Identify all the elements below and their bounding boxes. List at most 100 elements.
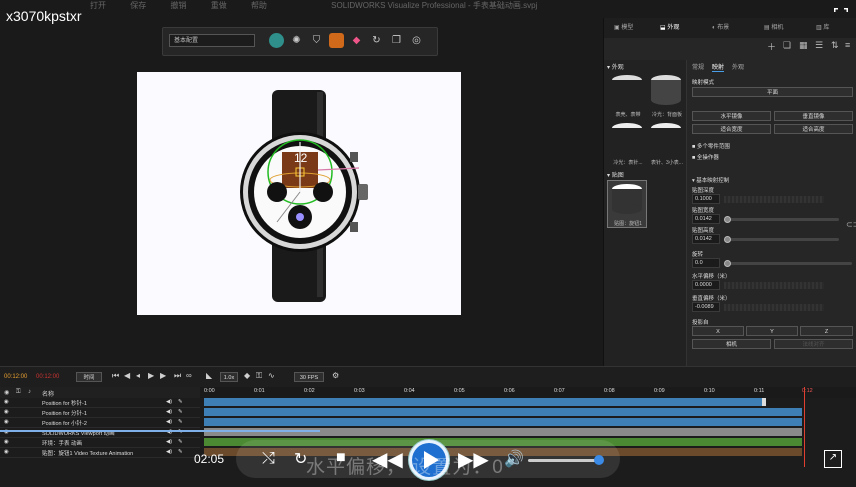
refresh-icon[interactable]: ↻ <box>369 33 384 48</box>
height-slider[interactable] <box>724 238 839 241</box>
keyframe-icon[interactable]: ◆ <box>244 371 250 380</box>
volume-slider-thumb[interactable] <box>594 455 604 465</box>
tab-models[interactable]: ▣ 模型 <box>614 22 633 34</box>
fps-select[interactable]: 30 FPS <box>294 372 324 382</box>
eye-icon[interactable]: ◉ <box>4 419 9 425</box>
camera-align-button[interactable]: 相机 <box>692 339 771 349</box>
width-input[interactable]: 0.0142 <box>692 214 720 224</box>
width-slider[interactable] <box>724 218 839 221</box>
menu-item-redo[interactable]: 重做 <box>211 1 227 10</box>
material-tile[interactable]: 贴图：旋钮1 <box>607 180 647 228</box>
edit-icon[interactable]: ✎ <box>178 449 183 455</box>
material-tile[interactable]: 冷光：表针... <box>608 120 648 166</box>
render-viewport[interactable]: 12 <box>137 72 461 315</box>
link-aspect-icon[interactable]: ⊂⊃ <box>846 220 856 229</box>
time-mode-select[interactable]: 时间 <box>76 372 102 382</box>
tab-mapping[interactable]: 映射 <box>712 62 725 72</box>
video-progress-bar[interactable] <box>0 430 320 432</box>
tab-cameras[interactable]: ▤ 相机 <box>764 22 783 34</box>
tab-general[interactable]: 常规 <box>692 62 704 71</box>
rotation-slider-thumb[interactable] <box>724 260 731 267</box>
audio-icon[interactable]: ◀) <box>166 419 172 425</box>
sort-icon[interactable]: ⇅ <box>831 40 839 51</box>
rotation-slider[interactable] <box>724 262 852 265</box>
material-tile[interactable]: 冷光：背面板 <box>647 72 687 118</box>
height-input[interactable]: 0.0142 <box>692 234 720 244</box>
h-offset-slider[interactable] <box>724 282 824 289</box>
menu-item-save[interactable]: 保存 <box>130 1 146 10</box>
fit-height-button[interactable]: 适合高度 <box>774 124 853 134</box>
rotation-input[interactable]: 0.0 <box>692 258 720 268</box>
appearance-ball-icon[interactable] <box>269 33 284 48</box>
audio-icon[interactable]: ◀) <box>166 399 172 405</box>
edit-icon[interactable]: ✎ <box>178 419 183 425</box>
audio-icon[interactable]: ◀) <box>166 409 172 415</box>
lock-icon[interactable]: ⚿ <box>256 371 262 381</box>
timeline-ruler[interactable]: 0:00 0:01 0:02 0:03 0:04 0:05 0:06 0:07 … <box>200 387 856 467</box>
align-y-button[interactable]: Y <box>746 326 798 336</box>
tone-icon[interactable]: ◆ <box>349 33 364 48</box>
material-tile[interactable]: 表壳、表带 <box>608 72 648 118</box>
section-appearances-title[interactable]: ▾ 外观 <box>607 62 624 71</box>
play-icon[interactable]: ▶ <box>148 371 154 380</box>
section-decals-title[interactable]: ▾ 贴图 <box>607 170 624 179</box>
settings-icon[interactable]: ⚙ <box>332 371 339 380</box>
mirror-horizontal-button[interactable]: 水平镜像 <box>692 111 771 121</box>
popout-icon[interactable]: ↗ <box>824 450 842 468</box>
list-icon[interactable]: ☰ <box>815 40 823 51</box>
depth-input[interactable]: 0.1000 <box>692 194 720 204</box>
v-offset-slider[interactable] <box>724 304 824 311</box>
camera-icon[interactable]: ◎ <box>409 33 424 48</box>
audio-icon[interactable]: ◀) <box>166 449 172 455</box>
track-row[interactable]: ◉ Position for 分针-1 ◀) ✎ <box>0 408 200 418</box>
eye-icon[interactable]: ◉ <box>4 439 9 445</box>
step-forward-icon[interactable]: ▶ <box>160 371 166 380</box>
mapping-mode-select[interactable]: 平面 <box>692 87 853 97</box>
track-row[interactable]: ◉ Position for 秒针-1 ◀) ✎ <box>0 398 200 408</box>
eye-icon[interactable]: ◉ <box>4 449 9 455</box>
add-icon[interactable]: ＋ <box>767 40 776 53</box>
v-offset-input[interactable]: -0.0089 <box>692 302 720 312</box>
key-icon[interactable]: ◣ <box>206 371 212 380</box>
skip-start-icon[interactable]: ⏮ <box>112 371 119 381</box>
keyframe-marker[interactable] <box>762 398 766 406</box>
gear-icon[interactable]: ✺ <box>289 33 304 48</box>
align-x-button[interactable]: X <box>692 326 744 336</box>
width-slider-thumb[interactable] <box>724 216 731 223</box>
playhead[interactable] <box>804 387 805 467</box>
volume-slider[interactable] <box>528 459 600 462</box>
track-row[interactable]: ◉ 环境：手表 动画 ◀) ✎ <box>0 438 200 448</box>
menu-item-help[interactable]: 帮助 <box>251 1 267 10</box>
menu-item-open[interactable]: 打开 <box>90 1 106 10</box>
volume-icon[interactable]: 🔊 <box>504 449 524 469</box>
track-row[interactable]: ◉ Position for 小针-2 ◀) ✎ <box>0 418 200 428</box>
depth-slider[interactable] <box>724 196 824 203</box>
scene-icon[interactable]: ⛉ <box>309 33 324 48</box>
audio-icon[interactable]: ◀) <box>166 439 172 445</box>
mirror-vertical-button[interactable]: 垂直镜像 <box>774 111 853 121</box>
material-tile[interactable]: 表针、3小表... <box>647 120 687 166</box>
track-bar[interactable] <box>204 408 802 416</box>
track-bar[interactable] <box>204 418 802 426</box>
tab-library[interactable]: ▥ 库 <box>816 22 829 34</box>
fit-width-button[interactable]: 适合宽度 <box>692 124 771 134</box>
tab-appearances[interactable]: ⬓ 外观 <box>660 22 679 34</box>
full-manipulator-checkbox[interactable]: ■ 全操作器 <box>692 153 719 161</box>
speed-select[interactable]: 1.0x <box>220 372 238 382</box>
multi-part-checkbox[interactable]: ■ 多个零件范围 <box>692 142 730 150</box>
menu-item-undo[interactable]: 撤销 <box>170 1 186 10</box>
skip-end-icon[interactable]: ⏭ <box>174 371 181 381</box>
copy-icon[interactable]: ❏ <box>783 40 791 51</box>
track-bar[interactable] <box>204 398 764 406</box>
current-time[interactable]: 00:12:00 <box>4 374 27 380</box>
edit-icon[interactable]: ✎ <box>178 439 183 445</box>
edit-icon[interactable]: ✎ <box>178 409 183 415</box>
h-offset-input[interactable]: 0.0000 <box>692 280 720 290</box>
tab-appearance[interactable]: 外观 <box>732 62 744 71</box>
loop-icon[interactable]: ∞ <box>186 371 192 380</box>
basic-mapping-header[interactable]: ▾ 基本映射控制 <box>692 176 729 184</box>
step-back-icon[interactable]: ◀ <box>124 371 130 380</box>
edit-icon[interactable]: ✎ <box>178 399 183 405</box>
play-back-icon[interactable]: ◂ <box>136 371 140 380</box>
height-slider-thumb[interactable] <box>724 236 731 243</box>
